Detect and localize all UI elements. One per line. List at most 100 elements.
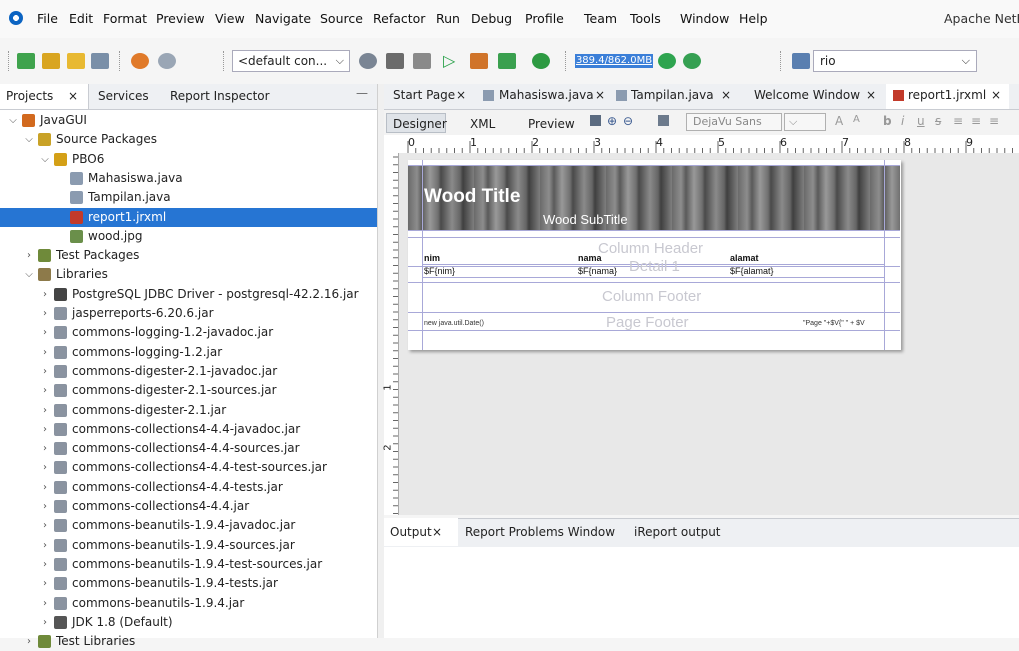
menu-preview[interactable]: Preview [156, 11, 205, 26]
close-icon[interactable]: × [595, 88, 605, 102]
font-family-select[interactable]: DejaVu Sans [686, 113, 782, 131]
new-file-icon[interactable] [17, 53, 35, 69]
tab-start-page[interactable]: Start Page [393, 88, 455, 102]
tab-report-inspector[interactable]: Report Inspector [170, 89, 270, 103]
chevron-right-icon[interactable]: › [40, 381, 50, 400]
chevron-right-icon[interactable]: › [40, 497, 50, 516]
tree-item[interactable]: › jasperreports-6.20.6.jar [0, 304, 377, 323]
tree-item[interactable]: › commons-beanutils-1.9.4-sources.jar [0, 536, 377, 555]
chevron-down-icon[interactable]: ⌵ [8, 111, 18, 130]
field-alamat[interactable]: $F{alamat} [730, 266, 774, 276]
tab-tampilan[interactable]: Tampilan.java [631, 88, 714, 102]
menu-refactor[interactable]: Refactor [373, 11, 425, 26]
chevron-right-icon[interactable]: › [40, 401, 50, 420]
configuration-select[interactable]: <default con... ⌵ [232, 50, 350, 72]
tree-item[interactable]: › commons-collections4-4.4-test-sources.j… [0, 458, 377, 477]
chevron-right-icon[interactable]: › [40, 478, 50, 497]
tree-item[interactable]: › commons-digester-2.1-sources.jar [0, 381, 377, 400]
chevron-right-icon[interactable]: › [40, 536, 50, 555]
tab-services[interactable]: Services [98, 89, 149, 103]
chevron-right-icon[interactable]: › [24, 246, 34, 265]
build-hammer-icon[interactable] [386, 53, 404, 69]
tree-item[interactable]: › PostgreSQL JDBC Driver - postgresql-42.… [0, 285, 377, 304]
tab-report-problems[interactable]: Report Problems Window [465, 525, 615, 539]
tree-item[interactable]: › commons-beanutils-1.9.4.jar [0, 594, 377, 613]
menu-help[interactable]: Help [739, 11, 768, 26]
close-icon[interactable]: × [432, 525, 442, 539]
menu-edit[interactable]: Edit [69, 11, 93, 26]
tree-item[interactable]: ⌵ PBO6 [0, 150, 377, 169]
menu-view[interactable]: View [215, 11, 245, 26]
tab-welcome-window[interactable]: Welcome Window [754, 88, 860, 102]
tab-preview[interactable]: Preview [528, 117, 575, 131]
save-all-icon[interactable] [91, 53, 109, 69]
bold-icon[interactable]: b [883, 114, 892, 128]
chevron-right-icon[interactable]: › [40, 285, 50, 304]
chevron-right-icon[interactable]: › [40, 555, 50, 574]
tree-item[interactable]: ⌵ Libraries [0, 265, 377, 284]
close-icon[interactable]: × [991, 88, 1001, 102]
date-expression[interactable]: new java.util.Date() [424, 320, 484, 327]
chevron-right-icon[interactable]: › [40, 613, 50, 632]
header-nim[interactable]: nim [424, 253, 440, 263]
report-subtitle[interactable]: Wood SubTitle [543, 212, 628, 227]
attach-icon[interactable] [532, 53, 550, 69]
report-properties-icon[interactable] [658, 115, 669, 126]
search-input[interactable]: rio ⌵ [813, 50, 977, 72]
chevron-right-icon[interactable]: › [24, 632, 34, 651]
new-project-icon[interactable] [42, 53, 60, 69]
tree-item[interactable]: › commons-logging-1.2-javadoc.jar [0, 323, 377, 342]
tree-item[interactable]: › commons-logging-1.2.jar [0, 343, 377, 362]
chevron-right-icon[interactable]: › [40, 304, 50, 323]
report-title[interactable]: Wood Title [424, 186, 520, 208]
header-alamat[interactable]: alamat [730, 253, 759, 263]
chevron-right-icon[interactable]: › [40, 458, 50, 477]
tree-item[interactable]: Tampilan.java [0, 188, 377, 207]
chevron-down-icon[interactable]: ⌵ [24, 265, 34, 284]
field-nim[interactable]: $F{nim} [424, 266, 455, 276]
run-icon[interactable]: ▷ [443, 53, 461, 69]
print-icon[interactable] [590, 115, 601, 126]
tree-item[interactable]: report1.jrxml [0, 207, 377, 227]
redo-icon[interactable] [158, 53, 176, 69]
globe-icon[interactable] [359, 53, 377, 69]
tree-item[interactable]: › Test Packages [0, 246, 377, 265]
tab-designer[interactable]: Designer [393, 117, 447, 131]
strikethrough-icon[interactable]: s [935, 114, 941, 128]
font-size-select[interactable]: ⌵ [784, 113, 826, 131]
chevron-right-icon[interactable]: › [40, 323, 50, 342]
tab-mahasiswa[interactable]: Mahasiswa.java [499, 88, 594, 102]
zoom-in-icon[interactable]: ⊕ [607, 114, 617, 128]
tree-item[interactable]: ⌵ JavaGUI [0, 111, 377, 130]
page-expression[interactable]: "Page "+$V{" " + $V [803, 320, 865, 327]
menu-run[interactable]: Run [436, 11, 460, 26]
debug-icon[interactable] [470, 53, 488, 69]
tree-item[interactable]: › JDK 1.8 (Default) [0, 613, 377, 632]
tree-item[interactable]: › commons-beanutils-1.9.4-test-sources.ja… [0, 555, 377, 574]
underline-icon[interactable]: u [917, 114, 925, 128]
chevron-right-icon[interactable]: › [40, 420, 50, 439]
menu-navigate[interactable]: Navigate [255, 11, 311, 26]
profile-icon[interactable] [498, 53, 516, 69]
tree-item[interactable]: › commons-beanutils-1.9.4-tests.jar [0, 574, 377, 593]
tree-item[interactable]: › commons-digester-2.1-javadoc.jar [0, 362, 377, 381]
tree-item[interactable]: › commons-collections4-4.4-sources.jar [0, 439, 377, 458]
increase-font-icon[interactable]: A [835, 114, 843, 128]
tree-item[interactable]: › commons-digester-2.1.jar [0, 401, 377, 420]
tree-item[interactable]: › commons-collections4-4.4-tests.jar [0, 478, 377, 497]
tab-xml[interactable]: XML [470, 117, 495, 131]
chevron-right-icon[interactable]: › [40, 343, 50, 362]
search-icon[interactable] [792, 53, 810, 69]
menu-file[interactable]: File [37, 11, 58, 26]
tab-ireport-output[interactable]: iReport output [634, 525, 721, 539]
field-nama[interactable]: $F{nama} [578, 266, 617, 276]
align-left-icon[interactable]: ≡ [953, 114, 963, 128]
italic-icon[interactable]: i [901, 114, 904, 128]
tab-report1[interactable]: report1.jrxml [908, 88, 986, 102]
tree-item[interactable]: › commons-collections4-4.4-javadoc.jar [0, 420, 377, 439]
chevron-right-icon[interactable]: › [40, 362, 50, 381]
menu-profile[interactable]: Profile [525, 11, 564, 26]
chevron-right-icon[interactable]: › [40, 574, 50, 593]
menu-tools[interactable]: Tools [630, 11, 661, 26]
panel-divider[interactable] [377, 84, 384, 638]
